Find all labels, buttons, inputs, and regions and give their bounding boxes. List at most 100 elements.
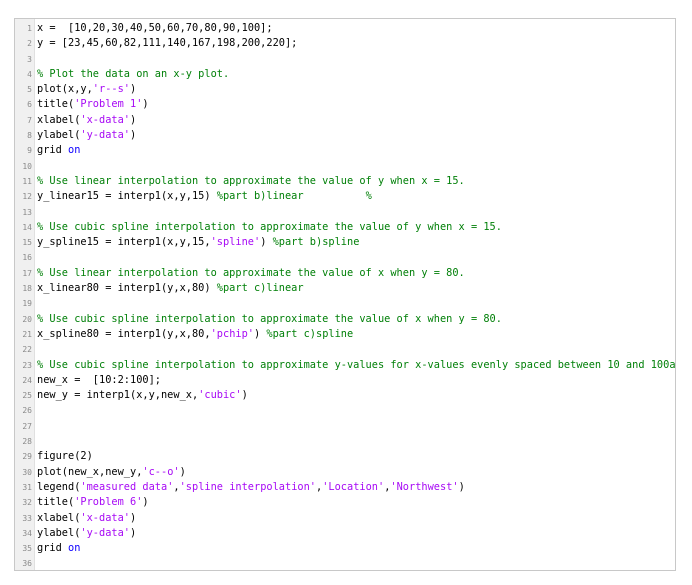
code-token: ) (142, 98, 149, 111)
line-number: 17 (22, 268, 32, 278)
code-line[interactable]: 18 x_linear80 = interp1(y,x,80) %part c)l… (15, 281, 675, 296)
code-string: 'x-data' (80, 511, 131, 524)
code-token: ylabel( (37, 129, 81, 142)
code-text: y_spline15 = interp1(x,y,15,'spline') %p… (37, 235, 359, 250)
code-line[interactable]: 23 % Use cubic spline interpolation to ap… (15, 358, 675, 373)
code-line[interactable]: 28 (15, 434, 675, 449)
code-line[interactable]: 16 (15, 250, 675, 265)
code-comment: %part c)spline (266, 327, 354, 340)
code-string: 'Problem 1' (74, 98, 143, 111)
code-token: y_spline15 = interp1(x,y,15, (37, 236, 211, 249)
code-line[interactable]: 19 (15, 296, 675, 311)
code-token: ) (130, 83, 137, 96)
code-token: new_x = [10:2:100]; (37, 373, 161, 386)
code-line[interactable]: 36 (15, 556, 675, 570)
code-line[interactable]: 5 plot(x,y,'r--s') (15, 82, 675, 97)
code-text: % Use linear interpolation to approximat… (37, 266, 465, 281)
code-string: 'measured data' (80, 480, 174, 493)
line-number: 7 (27, 115, 32, 125)
line-number: 36 (22, 559, 32, 569)
code-text: figure(2) (37, 449, 93, 464)
code-line[interactable]: 7 xlabel('x-data') (15, 113, 675, 128)
code-string: 'c--o' (142, 465, 180, 478)
code-line[interactable]: 26 (15, 403, 675, 418)
line-number: 28 (22, 437, 32, 447)
code-line[interactable]: 34 ylabel('y-data') (15, 526, 675, 541)
line-number: 4 (27, 69, 32, 79)
code-string: 'Problem 6' (74, 496, 143, 509)
code-token: x = [10,20,30,40,50,60,70,80,90,100]; (37, 22, 273, 34)
code-token: ) (254, 327, 267, 340)
code-string: 'x-data' (80, 113, 131, 126)
line-number: 5 (27, 85, 32, 95)
code-line[interactable]: 31 legend('measured data','spline interpo… (15, 480, 675, 495)
code-line[interactable]: 8 ylabel('y-data') (15, 128, 675, 143)
line-number: 31 (22, 482, 32, 492)
line-number: 29 (22, 452, 32, 462)
code-text: plot(x,y,'r--s') (37, 82, 136, 97)
code-line[interactable]: 24 new_x = [10:2:100]; (15, 373, 675, 388)
code-comment: %part b)spline (272, 236, 360, 249)
line-number: 3 (27, 54, 32, 64)
code-token: ) (241, 389, 248, 402)
code-text: xlabel('x-data') (37, 511, 136, 526)
code-line[interactable]: 10 (15, 159, 675, 174)
code-line[interactable]: 21 x_spline80 = interp1(y,x,80,'pchip') %… (15, 327, 675, 342)
code-line[interactable]: 14 % Use cubic spline interpolation to ap… (15, 220, 675, 235)
code-lines[interactable]: 1 x = [10,20,30,40,50,60,70,80,90,100]; 2 y… (15, 21, 675, 570)
code-line[interactable]: 33 xlabel('x-data') (15, 511, 675, 526)
code-line[interactable]: 13 (15, 205, 675, 220)
code-comment: %part b)linear % (216, 190, 372, 203)
code-token: grid (37, 144, 68, 157)
code-line[interactable]: 3 (15, 52, 675, 67)
code-comment: %part c)linear (216, 282, 304, 295)
code-line[interactable]: 32 title('Problem 6') (15, 495, 675, 510)
code-line[interactable]: 27 (15, 419, 675, 434)
line-number: 21 (22, 329, 32, 339)
code-line[interactable]: 4 % Plot the data on an x-y plot. (15, 67, 675, 82)
code-line[interactable]: 25 new_y = interp1(x,y,new_x,'cubic') (15, 388, 675, 403)
code-editor[interactable]: 1 x = [10,20,30,40,50,60,70,80,90,100]; 2 y… (14, 18, 676, 571)
code-text: % Plot the data on an x-y plot. (37, 67, 229, 82)
code-string: 'Northwest' (390, 480, 459, 493)
code-text: new_y = interp1(x,y,new_x,'cubic') (37, 388, 248, 403)
code-line[interactable]: 20 % Use cubic spline interpolation to ap… (15, 312, 675, 327)
line-number: 6 (27, 100, 32, 110)
code-token: ) (130, 526, 137, 539)
line-number: 8 (27, 131, 32, 141)
code-token: new_y = interp1(x,y,new_x, (37, 389, 199, 402)
code-line[interactable]: 17 % Use linear interpolation to approxim… (15, 266, 675, 281)
line-number: 30 (22, 467, 32, 477)
line-number: 15 (22, 238, 32, 248)
code-line[interactable]: 35 grid on (15, 541, 675, 556)
code-line[interactable]: 6 title('Problem 1') (15, 97, 675, 112)
code-string: 'spline interpolation' (179, 480, 316, 493)
code-line[interactable]: 1 x = [10,20,30,40,50,60,70,80,90,100]; (15, 21, 675, 36)
code-line[interactable]: 29 figure(2) (15, 449, 675, 464)
code-string: 'r--s' (92, 83, 130, 96)
code-comment: % Plot the data on an x-y plot. (37, 67, 230, 80)
code-token: xlabel( (37, 113, 81, 126)
line-number: 1 (27, 24, 32, 33)
line-number: 24 (22, 375, 32, 385)
code-token: plot(new_x,new_y, (37, 465, 143, 478)
code-line[interactable]: 11 % Use linear interpolation to approxim… (15, 174, 675, 189)
code-line[interactable]: 15 y_spline15 = interp1(x,y,15,'spline') … (15, 235, 675, 250)
line-number: 32 (22, 498, 32, 508)
code-text: % Use cubic spline interpolation to appr… (37, 358, 675, 373)
line-number: 22 (22, 345, 32, 355)
code-line[interactable]: 12 y_linear15 = interp1(x,y,15) %part b)l… (15, 189, 675, 204)
code-text: y = [23,45,60,82,111,140,167,198,200,220… (37, 36, 297, 51)
code-string: 'spline' (210, 236, 261, 249)
code-line[interactable]: 2 y = [23,45,60,82,111,140,167,198,200,22… (15, 36, 675, 51)
code-line[interactable]: 9 grid on (15, 143, 675, 158)
code-line[interactable]: 22 (15, 342, 675, 357)
code-token: ) (260, 236, 273, 249)
code-comment: % Use linear interpolation to approximat… (37, 174, 465, 187)
code-text: y_linear15 = interp1(x,y,15) %part b)lin… (37, 189, 372, 204)
line-number: 33 (22, 513, 32, 523)
code-token: x_linear80 = interp1(y,x,80) (37, 282, 217, 295)
code-text: plot(new_x,new_y,'c--o') (37, 465, 186, 480)
line-number: 27 (22, 421, 32, 431)
code-line[interactable]: 30 plot(new_x,new_y,'c--o') (15, 465, 675, 480)
